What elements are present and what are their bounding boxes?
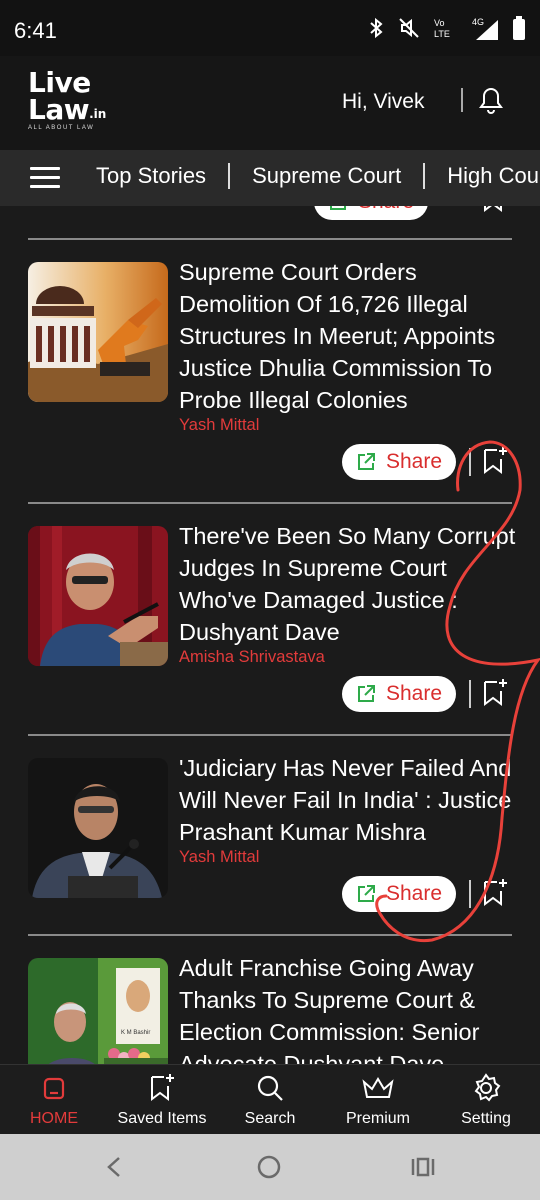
status-bar: 6:41 Vo LTE 4G (0, 0, 540, 56)
notification-bell-icon[interactable] (478, 86, 504, 114)
svg-text:4G: 4G (472, 17, 484, 27)
share-button[interactable]: Share (342, 444, 456, 480)
nav-saved-label: Saved Items (117, 1110, 207, 1127)
share-icon (357, 685, 375, 702)
bookmark-add-icon[interactable] (482, 678, 508, 708)
article-headline[interactable]: There've Been So Many Corrupt Judges In … (179, 520, 519, 648)
bottom-navigation: HOME Saved Items Search Premium Setting (0, 1064, 540, 1135)
article-author[interactable]: Amisha Shrivastava (179, 648, 325, 667)
bookmark-add-icon[interactable] (482, 878, 508, 908)
saved-items-icon (151, 1074, 174, 1101)
article-headline[interactable]: 'Judiciary Has Never Failed And Will Nev… (179, 752, 519, 848)
article-thumbnail[interactable]: K M Bashir (28, 958, 168, 1064)
bookmark-add-icon[interactable] (482, 446, 508, 476)
action-divider (469, 448, 471, 476)
nav-setting-label: Setting (461, 1110, 511, 1127)
menu-icon[interactable] (30, 167, 60, 189)
app-header: Live Law .in ALL ABOUT LAW Hi, Vivek (0, 56, 540, 150)
nav-tabs: Top Stories Supreme Court High Court (96, 163, 540, 189)
tab-supreme-court[interactable]: Supreme Court (252, 163, 401, 189)
signal-4g-icon: 4G (472, 17, 498, 40)
article-author[interactable]: Yash Mittal (179, 416, 259, 435)
system-navigation-bar (0, 1134, 540, 1200)
logo-tagline: ALL ABOUT LAW (28, 125, 95, 131)
battery-icon (513, 16, 525, 40)
article-divider (28, 934, 512, 936)
volte-icon: VoLTE (434, 18, 450, 39)
tab-high-court[interactable]: High Court (447, 163, 540, 189)
nav-search-label: Search (244, 1110, 296, 1127)
share-button-partial[interactable]: Share (314, 206, 428, 220)
share-icon (357, 885, 375, 902)
bookmark-icon-partial[interactable] (482, 206, 506, 214)
share-button[interactable]: Share (342, 676, 456, 712)
logo-line2: Law (28, 93, 90, 126)
livelaw-logo[interactable]: Live Law .in ALL ABOUT LAW (28, 69, 128, 134)
status-time: 6:41 (14, 18, 57, 43)
svg-text:Vo: Vo (434, 18, 445, 28)
home-circle-icon[interactable] (257, 1155, 281, 1179)
nav-search[interactable]: Search (216, 1073, 324, 1128)
gear-icon (474, 1073, 501, 1102)
article-divider (28, 238, 512, 240)
article-author[interactable]: Yash Mittal (179, 848, 259, 867)
svg-text:LTE: LTE (434, 29, 450, 39)
logo-suffix: .in (89, 107, 107, 121)
share-icon (329, 206, 346, 210)
header-divider (461, 88, 463, 112)
status-icons: Vo LTE 4G (368, 16, 526, 40)
article-divider (28, 734, 512, 736)
action-divider (469, 680, 471, 708)
share-label: Share (385, 882, 443, 905)
share-label: Share (385, 450, 443, 473)
article-thumbnail[interactable] (28, 526, 168, 666)
tab-separator (423, 163, 426, 189)
search-icon (257, 1075, 283, 1101)
category-nav: Top Stories Supreme Court High Court (0, 150, 540, 206)
thumbnail-caption: K M Bashir (121, 1030, 150, 1036)
action-divider (469, 880, 471, 908)
nav-setting[interactable]: Setting (432, 1073, 540, 1128)
article-thumbnail[interactable] (28, 262, 168, 402)
article-thumbnail[interactable] (28, 758, 168, 898)
nav-premium[interactable]: Premium (324, 1073, 432, 1128)
nav-home-label: HOME (30, 1110, 78, 1127)
share-icon (357, 453, 375, 470)
crown-icon (362, 1077, 394, 1098)
article-divider (28, 502, 512, 504)
mute-icon (399, 18, 419, 38)
tab-separator (228, 163, 231, 189)
recents-icon[interactable] (410, 1156, 436, 1178)
bluetooth-icon (370, 17, 383, 39)
tab-top-stories[interactable]: Top Stories (96, 163, 206, 189)
nav-saved-items[interactable]: Saved Items (108, 1073, 216, 1128)
article-headline[interactable]: Adult Franchise Going Away Thanks To Sup… (179, 952, 519, 1064)
news-feed[interactable]: Share Supreme Court Orders Demolition Of… (0, 206, 540, 1064)
user-greeting[interactable]: Hi, Vivek (342, 90, 424, 114)
article-headline[interactable]: Supreme Court Orders Demolition Of 16,72… (179, 256, 519, 416)
nav-premium-label: Premium (345, 1110, 410, 1127)
home-icon (43, 1077, 65, 1100)
share-label: Share (385, 682, 443, 705)
share-button[interactable]: Share (342, 876, 456, 912)
share-label: Share (358, 206, 414, 214)
back-icon[interactable] (104, 1156, 124, 1178)
nav-home[interactable]: HOME (0, 1073, 108, 1128)
